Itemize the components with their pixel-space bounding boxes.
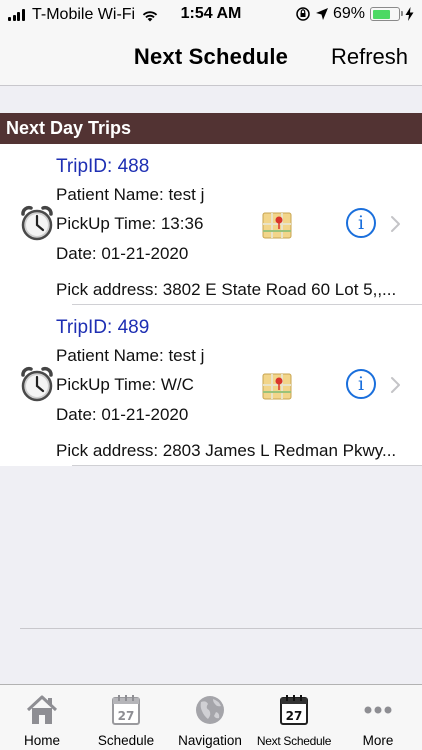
row-divider [72, 465, 422, 466]
tab-label: More [362, 733, 394, 748]
status-bar: T-Mobile Wi-Fi 1:54 AM 69% [0, 0, 422, 30]
section-header-next-day-trips: Next Day Trips [0, 113, 422, 144]
tab-label: Schedule [97, 733, 155, 748]
battery-fill [372, 9, 390, 19]
page-title-text: Next Schedule [133, 44, 289, 69]
charging-bolt-icon [405, 7, 414, 21]
refresh-button[interactable]: Refresh [331, 44, 408, 70]
pick-address: Pick address: 2803 James L Redman Pkwy..… [56, 441, 397, 460]
more-dots-icon [364, 706, 392, 714]
orientation-lock-icon [296, 7, 310, 21]
chevron-right-icon [391, 377, 400, 393]
tab-next-schedule[interactable]: 27 Next Schedule [252, 685, 336, 750]
pickup-time: PickUp Time: 13:36 [56, 214, 204, 233]
patient-name: Patient Name: test j [56, 185, 205, 204]
pickup-time: PickUp Time: W/C [56, 375, 194, 394]
location-arrow-icon [315, 8, 328, 20]
content-divider [20, 628, 422, 629]
home-icon [26, 695, 58, 724]
trip-date: Date: 01-21-2020 [56, 405, 189, 424]
info-icon[interactable]: i [346, 208, 376, 238]
calendar-day: 27 [118, 709, 135, 723]
trip-id: TripID: 488 [56, 156, 150, 177]
map-icon[interactable] [262, 371, 292, 401]
trip-list: TripID: 488 Patient Name: test j PickUp … [0, 144, 422, 466]
navigation-bar: Next Schedule Refresh [0, 30, 422, 86]
calendar-icon: 27 [112, 695, 140, 725]
chevron-right-icon [391, 216, 400, 232]
trip-id: TripID: 489 [56, 317, 150, 338]
calendar-day: 27 [286, 709, 303, 723]
status-right: 69% [295, 5, 414, 23]
battery-icon [370, 7, 403, 21]
tab-bar: Home 27 Schedule Navigation 27 Next Sche… [0, 684, 422, 750]
trip-row[interactable]: TripID: 488 Patient Name: test j PickUp … [0, 144, 422, 305]
tab-label: Next Schedule [256, 734, 332, 748]
tab-more[interactable]: More [336, 685, 420, 750]
map-icon[interactable] [262, 210, 292, 240]
calendar-icon: 27 [280, 695, 308, 725]
globe-icon [196, 696, 224, 724]
tab-schedule[interactable]: 27 Schedule [84, 685, 168, 750]
patient-name: Patient Name: test j [56, 346, 205, 365]
tab-label: Navigation [178, 733, 242, 748]
alarm-clock-icon [21, 205, 53, 241]
tab-label: Home [23, 733, 60, 748]
tab-navigation[interactable]: Navigation [168, 685, 252, 750]
tab-home[interactable]: Home [0, 685, 84, 750]
info-icon[interactable]: i [346, 369, 376, 399]
pick-address: Pick address: 3802 E State Road 60 Lot 5… [56, 280, 397, 299]
alarm-clock-icon [21, 366, 53, 402]
battery-percent: 69% [332, 5, 365, 22]
trip-date: Date: 01-21-2020 [56, 244, 189, 263]
trip-row[interactable]: TripID: 489 Patient Name: test j PickUp … [0, 305, 422, 466]
